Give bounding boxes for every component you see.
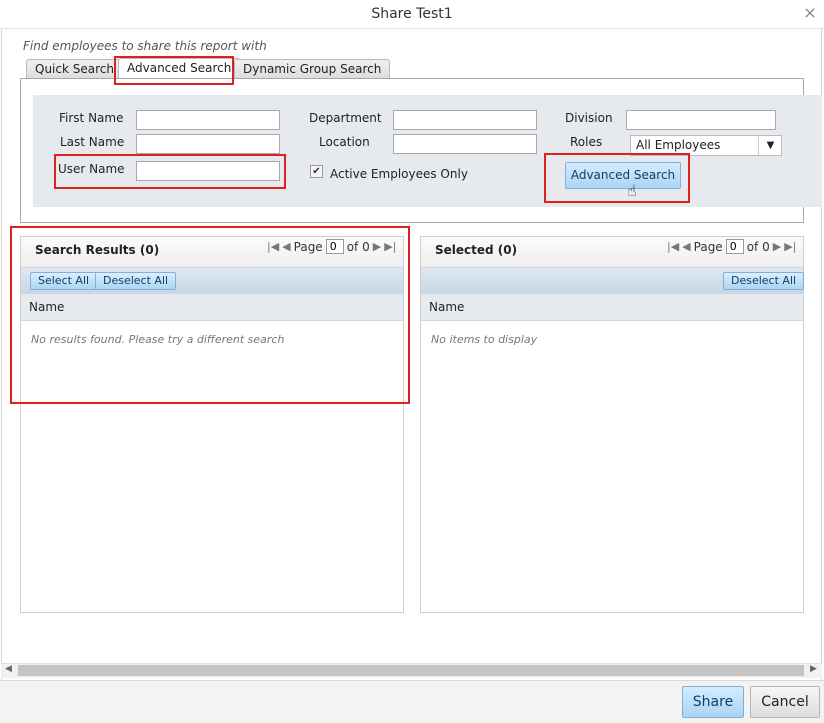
scroll-left-icon[interactable]: ◀ bbox=[5, 664, 12, 674]
hand-cursor-icon: ☝ bbox=[627, 181, 637, 200]
select-all-button[interactable]: Select All bbox=[30, 272, 98, 290]
chevron-down-icon[interactable]: ▼ bbox=[758, 136, 782, 155]
tab-dynamic-group-search[interactable]: Dynamic Group Search bbox=[234, 59, 391, 79]
roles-selected-value: All Employees bbox=[636, 138, 721, 152]
location-field[interactable] bbox=[393, 134, 537, 154]
selected-title: Selected (0) bbox=[435, 243, 518, 257]
selected-name-column-header[interactable]: Name bbox=[421, 294, 803, 321]
selected-empty-message: No items to display bbox=[431, 333, 538, 346]
close-icon[interactable]: × bbox=[801, 3, 819, 23]
results-name-column-header[interactable]: Name bbox=[21, 294, 403, 321]
results-empty-message: No results found. Please try a different… bbox=[31, 333, 285, 346]
page-number-input[interactable] bbox=[325, 239, 344, 254]
dialog-title: Share Test1 bbox=[371, 6, 453, 22]
checkbox-checked-icon[interactable]: ✔ bbox=[310, 165, 323, 178]
last-page-icon[interactable]: ▶| bbox=[784, 240, 796, 253]
page-label: Page bbox=[293, 239, 323, 254]
results-pager: |◀ ◀ Page of 0 ▶ ▶| bbox=[267, 239, 396, 254]
department-label: Department bbox=[309, 111, 382, 125]
location-label: Location bbox=[319, 135, 370, 149]
selected-pager: |◀ ◀ Page of 0 ▶ ▶| bbox=[667, 239, 796, 254]
cancel-button[interactable]: Cancel bbox=[750, 686, 820, 718]
tab-quick-search[interactable]: Quick Search bbox=[26, 59, 123, 79]
page-total: of 0 bbox=[346, 239, 370, 254]
prev-page-icon[interactable]: ◀ bbox=[682, 240, 690, 253]
tab-advanced-search[interactable]: Advanced Search bbox=[118, 58, 241, 80]
prev-page-icon[interactable]: ◀ bbox=[282, 240, 290, 253]
advanced-search-button[interactable]: Advanced Search bbox=[565, 162, 681, 189]
active-employees-only-label: Active Employees Only bbox=[330, 167, 468, 181]
first-name-field[interactable] bbox=[136, 110, 280, 130]
first-page-icon[interactable]: |◀ bbox=[267, 240, 279, 253]
share-button[interactable]: Share bbox=[682, 686, 744, 718]
instruction-text: Find employees to share this report with bbox=[23, 39, 267, 53]
first-name-label: First Name bbox=[59, 111, 124, 125]
page-label: Page bbox=[693, 239, 723, 254]
department-field[interactable] bbox=[393, 110, 537, 130]
page-total: of 0 bbox=[746, 239, 770, 254]
scroll-right-icon[interactable]: ▶ bbox=[810, 664, 817, 674]
last-page-icon[interactable]: ▶| bbox=[384, 240, 396, 253]
deselect-all-button[interactable]: Deselect All bbox=[95, 272, 177, 290]
next-page-icon[interactable]: ▶ bbox=[773, 240, 781, 253]
next-page-icon[interactable]: ▶ bbox=[373, 240, 381, 253]
last-name-label: Last Name bbox=[60, 135, 125, 149]
roles-label: Roles bbox=[570, 135, 603, 149]
search-results-title: Search Results (0) bbox=[35, 243, 160, 257]
division-field[interactable] bbox=[626, 110, 776, 130]
first-page-icon[interactable]: |◀ bbox=[667, 240, 679, 253]
last-name-field[interactable] bbox=[136, 134, 280, 154]
selected-deselect-all-button[interactable]: Deselect All bbox=[723, 272, 805, 290]
page-number-input[interactable] bbox=[725, 239, 744, 254]
user-name-field[interactable] bbox=[136, 161, 280, 181]
scrollbar-thumb[interactable] bbox=[18, 665, 804, 676]
user-name-label: User Name bbox=[58, 162, 125, 176]
division-label: Division bbox=[565, 111, 613, 125]
